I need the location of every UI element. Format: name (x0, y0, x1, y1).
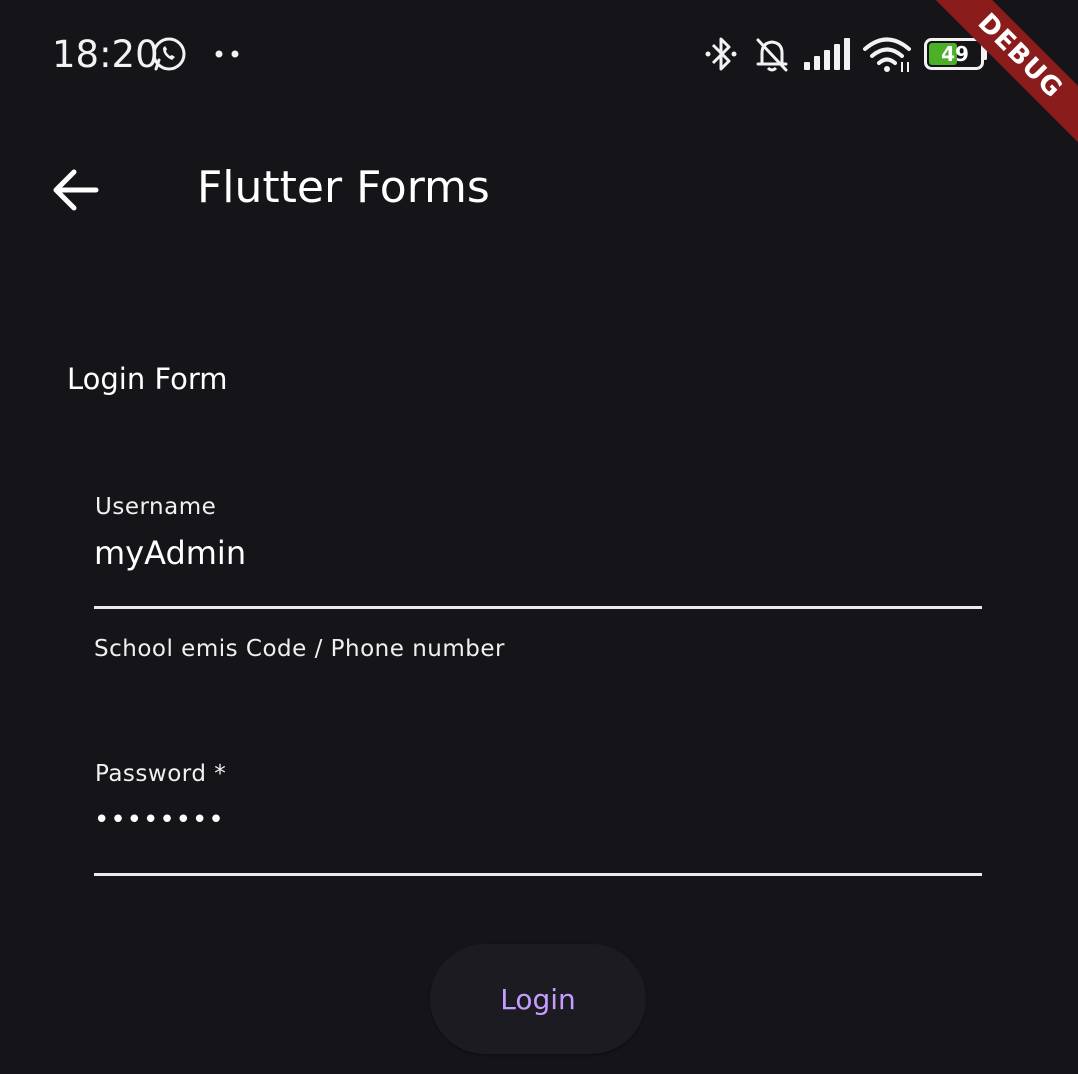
login-button[interactable]: Login (430, 944, 646, 1054)
password-label: Password * (95, 761, 227, 787)
battery-level: 49 (941, 42, 969, 66)
username-helper-text: School emis Code / Phone number (94, 636, 505, 662)
status-time: 18:20 (52, 33, 159, 76)
username-input[interactable]: myAdmin (94, 532, 246, 574)
debug-banner: DEBUG (921, 0, 1078, 155)
password-input[interactable]: •••••••• (94, 800, 225, 840)
username-underline (94, 606, 982, 609)
form-heading: Login Form (67, 362, 228, 396)
username-label: Username (95, 494, 217, 520)
whatsapp-icon (152, 37, 186, 71)
bluetooth-icon (705, 37, 737, 71)
page-title: Flutter Forms (197, 162, 490, 213)
wifi-icon (863, 37, 911, 72)
more-dots-icon (215, 50, 239, 58)
bell-muted-icon (756, 38, 788, 72)
signal-icon (804, 38, 850, 70)
password-underline (94, 873, 982, 876)
arrow-back-icon[interactable] (50, 164, 102, 216)
